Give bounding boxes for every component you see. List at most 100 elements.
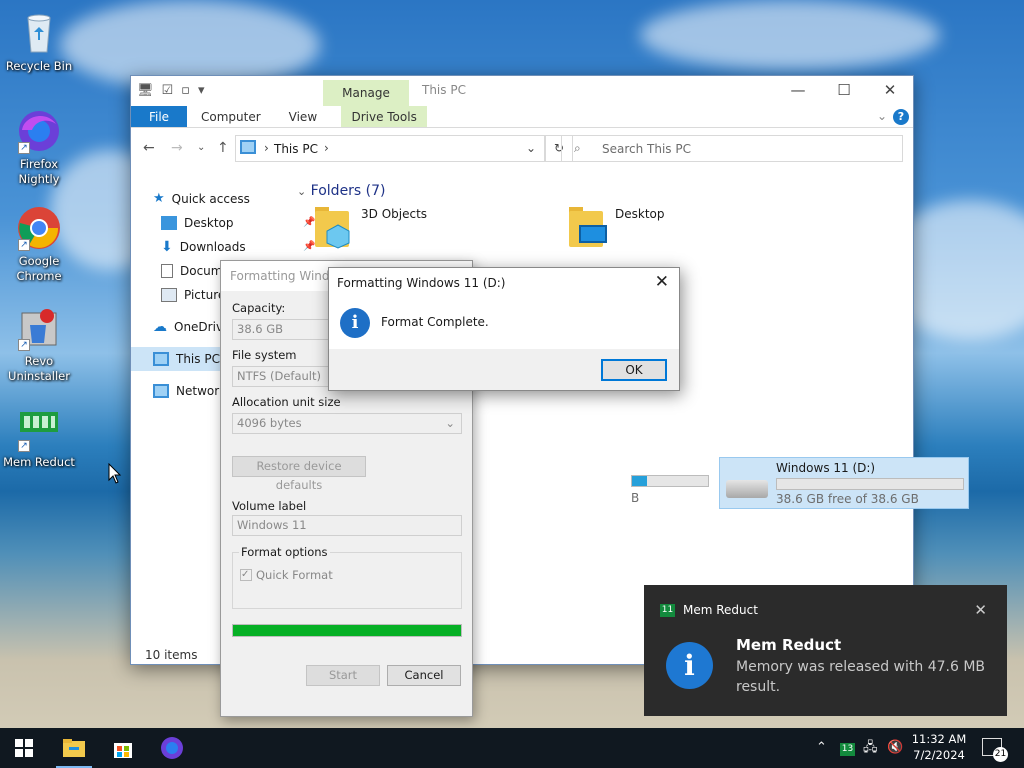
- taskbar-firefox-nightly[interactable]: [148, 728, 196, 768]
- quick-access-toolbar: 🖥 ☑ ▫ ▾: [137, 83, 205, 98]
- revo-uninstaller-icon: ↗: [16, 305, 62, 351]
- customize-toolbar-icon[interactable]: ▾: [198, 83, 205, 98]
- pin-icon: 📌: [303, 241, 316, 252]
- minimize-button[interactable]: —: [775, 76, 821, 106]
- checkmark-icon: ✓: [240, 569, 252, 581]
- chevron-right-icon[interactable]: ›: [264, 141, 269, 155]
- format-progress-bar: [232, 624, 462, 637]
- nav-item-documents[interactable]: Docum: [161, 259, 222, 283]
- computer-icon[interactable]: 🖥: [137, 83, 154, 98]
- show-hidden-icons-chevron-icon[interactable]: ⌃: [816, 728, 827, 768]
- firefox-nightly-icon: [161, 737, 183, 759]
- nav-item-quick-access[interactable]: ★ Quick access: [153, 187, 250, 211]
- desktop-icon-firefox-nightly[interactable]: ↗ Firefox Nightly: [2, 108, 76, 187]
- search-placeholder: Search This PC: [602, 142, 691, 156]
- folder-item[interactable]: Desktop: [569, 207, 665, 247]
- taskbar-file-explorer[interactable]: [50, 728, 98, 768]
- restore-defaults-button[interactable]: Restore device defaults: [232, 456, 366, 492]
- nav-item-desktop[interactable]: Desktop 📌: [161, 211, 315, 235]
- close-icon[interactable]: ✕: [974, 601, 987, 619]
- new-folder-icon[interactable]: ▫: [181, 83, 190, 98]
- volume-label-input[interactable]: Windows 11: [232, 515, 462, 536]
- drive-item-windows-11[interactable]: Windows 11 (D:) 38.6 GB free of 38.6 GB: [719, 457, 969, 509]
- up-arrow-icon[interactable]: ↑: [217, 140, 229, 156]
- tab-computer[interactable]: Computer: [187, 106, 275, 127]
- nav-item-onedrive[interactable]: ☁ OneDrive: [153, 315, 230, 339]
- nav-item-label: Network: [176, 384, 227, 398]
- quick-format-label: Quick Format: [256, 568, 333, 582]
- desktop-icon-recycle-bin[interactable]: Recycle Bin: [2, 10, 76, 74]
- nav-item-network[interactable]: Network: [153, 379, 226, 403]
- message-box-title: Formatting Windows 11 (D:): [337, 276, 506, 290]
- close-button[interactable]: ✕: [867, 76, 913, 106]
- pin-icon: 📌: [303, 217, 316, 228]
- file-explorer-icon: [63, 739, 85, 757]
- download-arrow-icon: ⬇: [161, 239, 173, 255]
- folder-name: Desktop: [615, 207, 665, 221]
- nav-item-downloads[interactable]: ⬇ Downloads 📌: [161, 235, 315, 259]
- tab-view[interactable]: View: [275, 106, 331, 127]
- toast-notification[interactable]: 11 Mem Reduct ✕ i Mem Reduct Memory was …: [644, 585, 1007, 716]
- document-icon: [161, 264, 173, 278]
- start-button[interactable]: [0, 728, 48, 768]
- taskbar-microsoft-store[interactable]: [99, 728, 147, 768]
- nav-item-label: Downloads: [179, 240, 246, 254]
- recent-locations-chevron-icon[interactable]: ⌄: [197, 142, 205, 153]
- ok-button[interactable]: OK: [601, 359, 667, 381]
- clock[interactable]: 11:32 AM 7/2/2024: [905, 731, 973, 763]
- desktop-icon-revo-uninstaller[interactable]: ↗ Revo Uninstaller: [2, 305, 76, 384]
- desktop-icon-label: Revo Uninstaller: [8, 354, 70, 383]
- cloud: [640, 0, 940, 70]
- search-input[interactable]: ⌕ Search This PC: [561, 135, 903, 162]
- mem-reduct-tray-badge[interactable]: 13: [840, 739, 855, 757]
- clock-date: 7/2/2024: [913, 748, 965, 762]
- chevron-right-icon[interactable]: ›: [324, 141, 329, 155]
- network-icon: [153, 384, 169, 398]
- shortcut-arrow-icon: ↗: [18, 339, 30, 351]
- start-button[interactable]: Start: [306, 665, 380, 686]
- address-location[interactable]: This PC: [274, 142, 318, 156]
- desktop-icon-mem-reduct[interactable]: ↗ Mem Reduct: [2, 406, 76, 470]
- cloud-icon: ☁: [153, 319, 167, 335]
- store-icon: [114, 743, 132, 758]
- toast-body: Memory was released with 47.6 MB result.: [736, 659, 986, 695]
- quick-format-checkbox[interactable]: ✓ Quick Format: [240, 568, 333, 582]
- file-system-label: File system: [232, 348, 297, 362]
- tab-file[interactable]: File: [131, 106, 187, 127]
- folder-item[interactable]: 3D Objects: [315, 207, 427, 249]
- address-bar[interactable]: › This PC › ⌄: [235, 135, 545, 162]
- cancel-button[interactable]: Cancel: [387, 665, 461, 686]
- drive-usage-bar: [631, 475, 709, 487]
- network-tray-icon[interactable]: 🖧: [863, 728, 878, 768]
- manage-contextual-tab[interactable]: Manage: [323, 80, 409, 106]
- volume-muted-icon[interactable]: 🔇: [887, 728, 903, 768]
- desktop-icon-label: Google Chrome: [16, 254, 62, 283]
- nav-item-pictures[interactable]: Picture: [161, 283, 225, 307]
- help-icon[interactable]: ?: [893, 109, 909, 125]
- shortcut-arrow-icon: ↗: [18, 239, 30, 251]
- forward-arrow-icon[interactable]: →: [171, 140, 183, 156]
- drive-usage-fill: [632, 476, 648, 486]
- toast-app-name: Mem Reduct: [683, 603, 758, 617]
- maximize-button[interactable]: ☐: [821, 76, 867, 106]
- action-center-button[interactable]: 21: [982, 738, 1008, 762]
- nav-item-label: Desktop: [184, 216, 234, 230]
- nav-item-label: Quick access: [171, 192, 250, 206]
- drive-name: Windows 11 (D:): [776, 461, 876, 475]
- back-arrow-icon[interactable]: ←: [143, 140, 155, 156]
- folders-section-header[interactable]: ⌄ Folders (7): [297, 183, 386, 199]
- title-bar: 🖥 ☑ ▫ ▾ Manage This PC — ☐ ✕: [131, 76, 913, 106]
- tab-drive-tools[interactable]: Drive Tools: [341, 106, 428, 127]
- pictures-icon: [161, 288, 177, 302]
- recycle-bin-icon: [16, 10, 62, 56]
- expand-ribbon-icon[interactable]: ⌄: [877, 109, 887, 123]
- allocation-unit-select[interactable]: 4096 bytes ⌄: [232, 413, 462, 434]
- drive-size-text: B: [631, 491, 640, 505]
- desktop-icon-google-chrome[interactable]: ↗ Google Chrome: [2, 205, 76, 284]
- search-icon: ⌕: [574, 141, 581, 155]
- chevron-down-icon[interactable]: ⌄: [526, 141, 536, 155]
- mem-reduct-icon: ↗: [16, 406, 62, 452]
- properties-icon[interactable]: ☑: [162, 83, 174, 98]
- close-icon[interactable]: ✕: [655, 272, 669, 292]
- clock-time: 11:32 AM: [911, 732, 967, 746]
